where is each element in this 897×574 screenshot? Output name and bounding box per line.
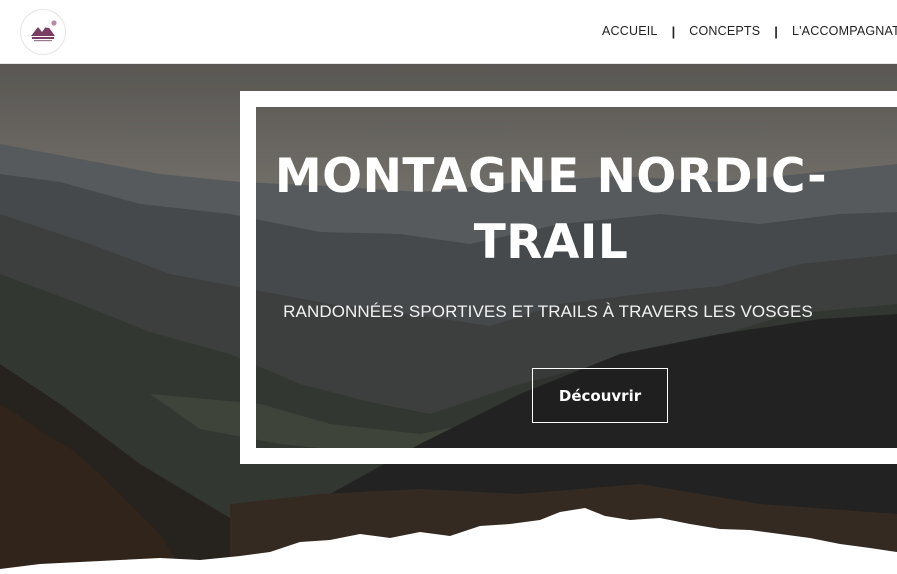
nav-separator: | <box>671 23 676 39</box>
hero-subtitle: RANDONNÉES SPORTIVES ET TRAILS À TRAVERS… <box>283 302 813 321</box>
main-nav: ACCUEIL | CONCEPTS | L'ACCOMPAGNATI <box>602 22 897 40</box>
hero-title-line-2: TRAIL <box>473 215 629 270</box>
nav-item-accueil[interactable]: ACCUEIL <box>602 24 658 38</box>
decouvrir-button[interactable]: Découvrir <box>532 368 668 423</box>
hero-title-line-1: MONTAGNE NORDIC- <box>274 149 828 204</box>
mountain-logo-icon <box>27 16 59 48</box>
hero-banner: MONTAGNE NORDIC- TRAIL RANDONNÉES SPORTI… <box>0 64 897 574</box>
site-header: ACCUEIL | CONCEPTS | L'ACCOMPAGNATI <box>0 0 897 64</box>
nav-separator: | <box>774 23 778 39</box>
nav-item-concepts[interactable]: CONCEPTS <box>689 24 760 38</box>
hero-title: MONTAGNE NORDIC- TRAIL <box>258 144 897 276</box>
logo-icon[interactable] <box>20 9 66 55</box>
nav-item-accompagnateur[interactable]: L'ACCOMPAGNATI <box>792 24 897 38</box>
